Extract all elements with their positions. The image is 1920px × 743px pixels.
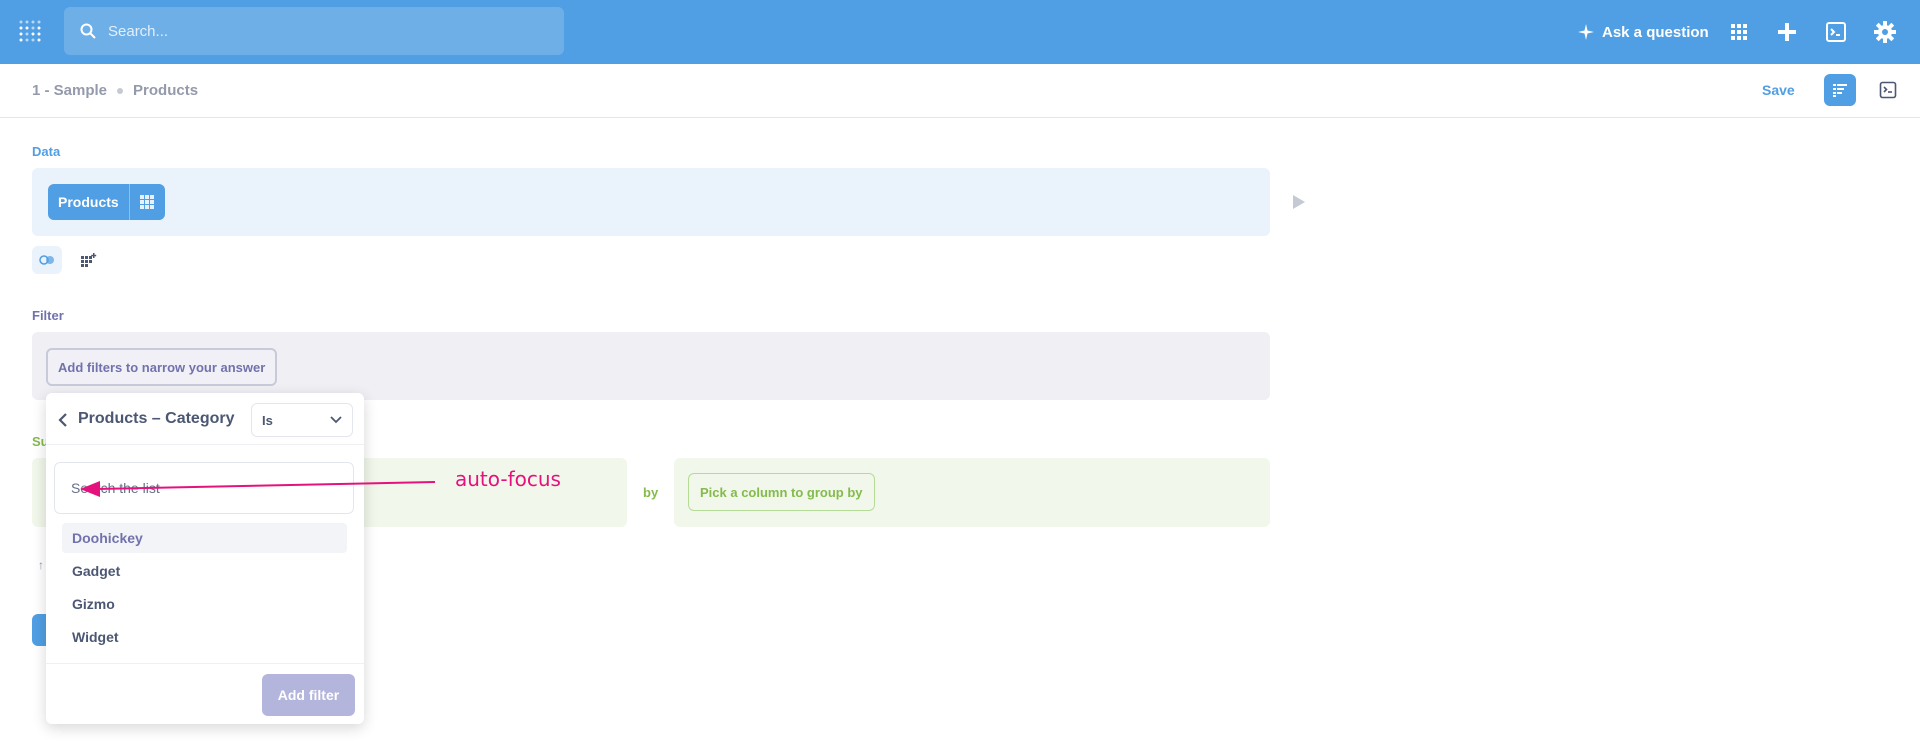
- add-filters-button[interactable]: Add filters to narrow your answer: [46, 348, 278, 386]
- list-search-box[interactable]: [54, 462, 354, 514]
- notebook-icon: [1833, 84, 1847, 97]
- chevron-down-icon: [330, 416, 342, 424]
- search-icon: [80, 23, 96, 39]
- sort-arrow-icon[interactable]: ↑: [38, 558, 44, 572]
- data-step-panel: [32, 168, 1270, 236]
- grid-browse-icon[interactable]: [1727, 20, 1751, 44]
- sql-terminal-icon[interactable]: [1824, 20, 1848, 44]
- top-navigation-bar: Ask a question: [0, 0, 1920, 64]
- option-item-doohickey[interactable]: Doohickey: [62, 523, 347, 553]
- pick-group-column-button[interactable]: Pick a column to group by: [688, 473, 875, 511]
- chevron-left-icon[interactable]: [58, 412, 68, 428]
- join-button[interactable]: [32, 246, 62, 274]
- sparkle-icon: [1578, 24, 1594, 40]
- operator-select[interactable]: Is: [251, 403, 353, 437]
- option-item-gizmo[interactable]: Gizmo: [62, 589, 347, 619]
- option-item-widget[interactable]: Widget: [62, 622, 347, 652]
- notebook-toggle-button[interactable]: [1824, 74, 1856, 106]
- metabase-logo-icon[interactable]: [18, 19, 44, 45]
- plus-icon[interactable]: [1775, 20, 1799, 44]
- custom-column-button[interactable]: [74, 246, 104, 274]
- question-header: 1 - Sample Products Save: [0, 64, 1920, 118]
- data-source-chip[interactable]: Products: [48, 184, 165, 220]
- preview-play-icon[interactable]: [1292, 195, 1306, 209]
- annotation-label: auto-focus: [455, 467, 561, 491]
- popover-header: Products – Category Is: [46, 393, 364, 445]
- sql-view-button[interactable]: [1872, 74, 1904, 106]
- save-button[interactable]: Save: [1762, 82, 1795, 98]
- global-search-input[interactable]: [106, 21, 526, 41]
- breadcrumb-table[interactable]: Products: [133, 82, 198, 99]
- table-grid-icon[interactable]: [128, 184, 165, 220]
- data-section-label: Data: [32, 144, 61, 159]
- breadcrumb: 1 - Sample Products: [32, 82, 198, 99]
- popover-footer: Add filter: [46, 663, 364, 724]
- option-item-gadget[interactable]: Gadget: [62, 556, 347, 586]
- ask-question-button[interactable]: Ask a question: [1578, 18, 1709, 46]
- breadcrumb-database[interactable]: 1 - Sample: [32, 82, 107, 99]
- global-search-bar[interactable]: [64, 7, 564, 55]
- add-filter-button[interactable]: Add filter: [262, 674, 355, 716]
- gear-icon[interactable]: [1873, 20, 1897, 44]
- filter-section-label: Filter: [32, 308, 64, 323]
- add-column-icon: [81, 253, 97, 267]
- filter-popover: Products – Category Is Doohickey Gadget …: [46, 393, 364, 724]
- breadcrumb-separator: [117, 87, 124, 94]
- sql-console-icon: [1879, 81, 1897, 99]
- filter-column-title[interactable]: Products – Category: [78, 410, 234, 428]
- list-search-input[interactable]: [69, 479, 339, 497]
- group-by-connector-label: by: [643, 485, 659, 500]
- operator-value: Is: [262, 412, 273, 428]
- data-source-name[interactable]: Products: [48, 184, 129, 220]
- join-icon: [39, 255, 54, 265]
- ask-question-label: Ask a question: [1602, 23, 1709, 41]
